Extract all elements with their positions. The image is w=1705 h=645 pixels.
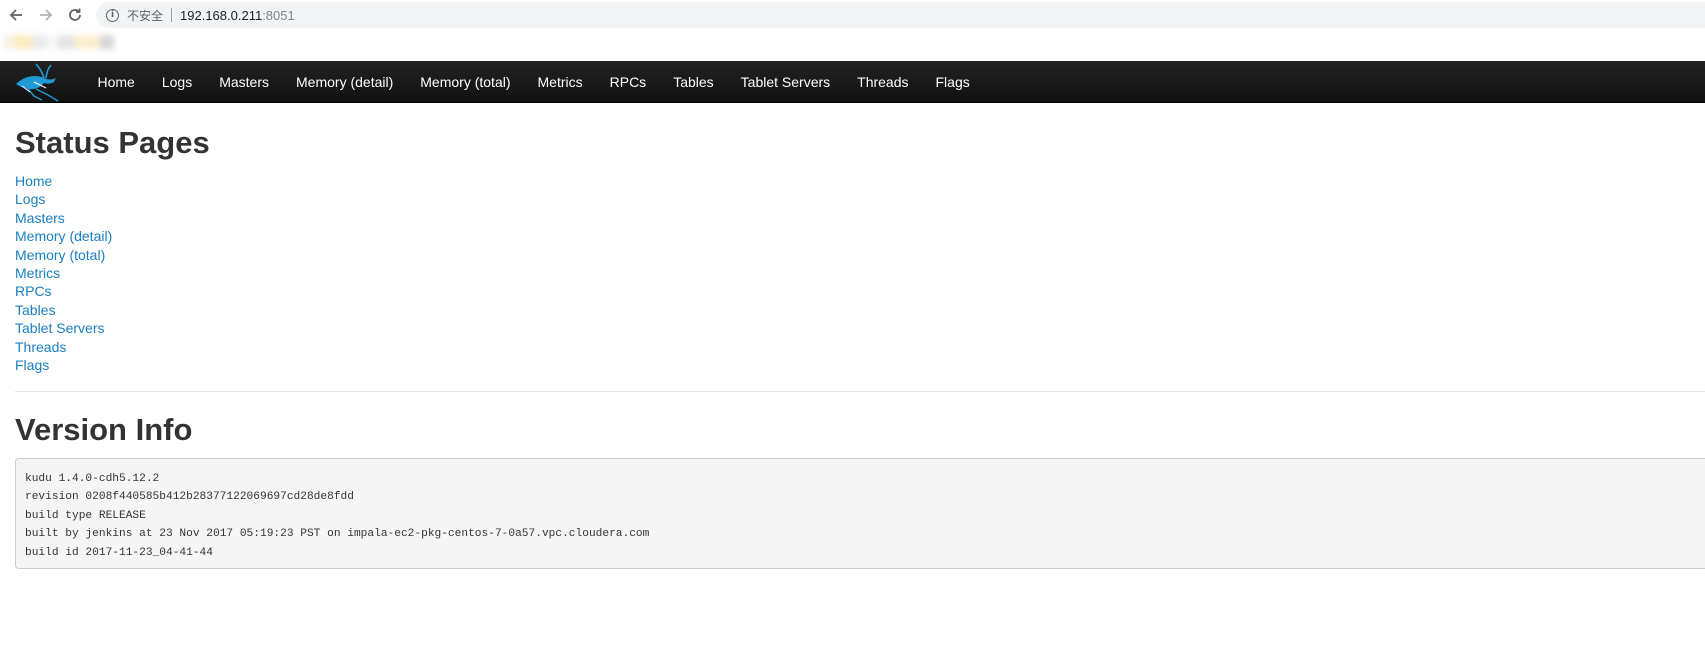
list-item: Threads bbox=[15, 338, 112, 356]
info-icon[interactable]: i bbox=[106, 8, 119, 22]
version-info-title: Version Info bbox=[15, 412, 193, 447]
omnibox-divider bbox=[171, 8, 173, 22]
list-item: Masters bbox=[15, 209, 112, 227]
list-item: Home bbox=[15, 172, 112, 190]
version-line: kudu 1.4.0-cdh5.12.2 bbox=[25, 473, 160, 485]
list-item: Flags bbox=[15, 356, 112, 374]
link-metrics[interactable]: Metrics bbox=[15, 265, 60, 281]
list-item: Tablet Servers bbox=[15, 319, 112, 337]
list-item: Memory (total) bbox=[15, 246, 112, 264]
list-item: Logs bbox=[15, 190, 112, 208]
link-tables[interactable]: Tables bbox=[15, 302, 55, 318]
nav-threads[interactable]: Threads bbox=[844, 61, 922, 103]
url-host: 192.168.0.211 bbox=[180, 7, 263, 23]
link-tablet-servers[interactable]: Tablet Servers bbox=[15, 320, 104, 336]
built-by-line: built by jenkins at 23 Nov 2017 05:19:23… bbox=[25, 528, 650, 541]
list-item: Tables bbox=[15, 301, 112, 319]
nav-masters[interactable]: Masters bbox=[206, 61, 283, 103]
link-memory-total[interactable]: Memory (total) bbox=[15, 247, 105, 263]
link-memory-detail[interactable]: Memory (detail) bbox=[15, 228, 112, 244]
kudu-logo-icon[interactable] bbox=[0, 61, 84, 103]
list-item: Memory (detail) bbox=[15, 227, 112, 245]
address-bar[interactable]: i 不安全 192.168.0.211:8051 bbox=[96, 2, 1705, 28]
bookmarks-bar-blurred bbox=[4, 32, 124, 52]
list-item: RPCs bbox=[15, 282, 112, 300]
link-rpcs[interactable]: RPCs bbox=[15, 283, 52, 299]
top-navbar: Home Logs Masters Memory (detail) Memory… bbox=[0, 61, 1705, 103]
version-info-block: kudu 1.4.0-cdh5.12.2 revision 0208f44058… bbox=[15, 458, 1705, 569]
list-item: Metrics bbox=[15, 264, 112, 282]
section-divider bbox=[15, 391, 1705, 392]
nav-rpcs[interactable]: RPCs bbox=[596, 61, 660, 103]
back-icon[interactable] bbox=[5, 4, 27, 26]
nav-memory-total[interactable]: Memory (total) bbox=[407, 61, 524, 103]
nav-logs[interactable]: Logs bbox=[148, 61, 205, 103]
browser-toolbar: i 不安全 192.168.0.211:8051 bbox=[0, 0, 1705, 60]
nav-links: Home Logs Masters Memory (detail) Memory… bbox=[84, 61, 983, 103]
nav-home[interactable]: Home bbox=[84, 61, 148, 103]
nav-flags[interactable]: Flags bbox=[922, 61, 983, 103]
link-threads[interactable]: Threads bbox=[15, 339, 66, 355]
build-id-line: build id 2017-11-23_04-41-44 bbox=[25, 546, 213, 559]
nav-tablet-servers[interactable]: Tablet Servers bbox=[727, 61, 843, 103]
nav-tables[interactable]: Tables bbox=[660, 61, 727, 103]
build-type-line: build type RELEASE bbox=[25, 509, 146, 522]
status-pages-title: Status Pages bbox=[15, 125, 210, 160]
link-masters[interactable]: Masters bbox=[15, 210, 65, 226]
reload-icon[interactable] bbox=[64, 4, 86, 26]
link-flags[interactable]: Flags bbox=[15, 357, 49, 373]
nav-metrics[interactable]: Metrics bbox=[524, 61, 596, 103]
security-label: 不安全 bbox=[127, 8, 164, 23]
url-port: :8051 bbox=[262, 7, 295, 23]
status-links-list: Home Logs Masters Memory (detail) Memory… bbox=[15, 172, 112, 374]
forward-icon[interactable] bbox=[35, 4, 57, 26]
link-logs[interactable]: Logs bbox=[15, 191, 45, 207]
link-home[interactable]: Home bbox=[15, 173, 52, 189]
nav-memory-detail[interactable]: Memory (detail) bbox=[283, 61, 407, 103]
revision-line: revision 0208f440585b412b28377122069697c… bbox=[25, 491, 354, 504]
